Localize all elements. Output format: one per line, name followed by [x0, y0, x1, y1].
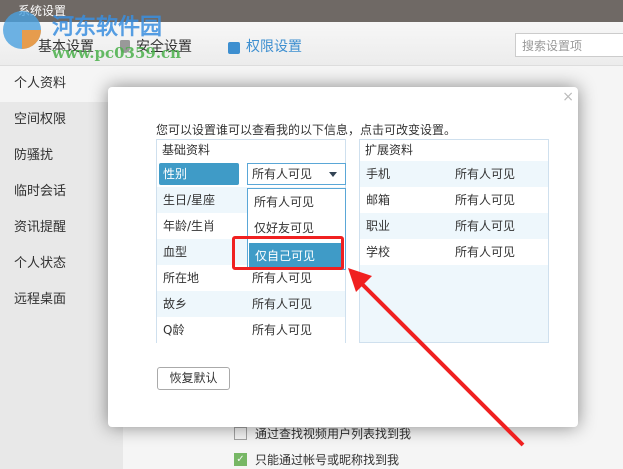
annotation-arrow-icon: [348, 268, 525, 447]
